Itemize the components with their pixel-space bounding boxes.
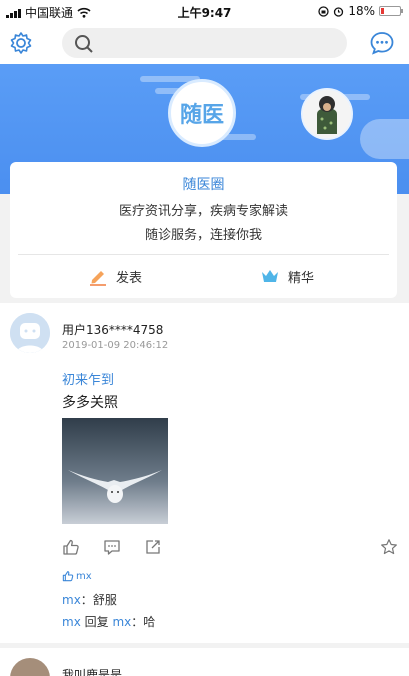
liker-name[interactable]: mx	[76, 571, 92, 582]
circle-title: 随医圈	[182, 177, 225, 193]
post-timestamp: 2019-01-09 20:46:12	[62, 340, 169, 351]
share-icon[interactable]	[144, 538, 162, 556]
chat-bubble-icon[interactable]	[369, 30, 395, 56]
comment-text: 舒服	[92, 593, 117, 607]
search-icon	[75, 35, 93, 53]
battery-percent: 18%	[348, 4, 375, 18]
comment-reply-word: 回复	[80, 615, 113, 629]
comment-separator: ：	[131, 615, 144, 629]
crown-icon	[262, 270, 278, 282]
top-bar	[0, 22, 409, 64]
post-content: 多多关照	[62, 395, 118, 411]
post-username[interactable]: 我叫鹿是是	[62, 666, 122, 676]
likes-summary: mx	[62, 570, 92, 582]
divider	[18, 254, 389, 255]
circle-info-card: 随医圈 医疗资讯分享，疾病专家解读 随诊服务，连接你我 发表 精华	[10, 162, 397, 298]
user-avatar[interactable]	[10, 313, 50, 353]
comment-item[interactable]: mx：舒服	[62, 591, 117, 608]
comment-icon[interactable]	[103, 538, 121, 556]
publish-button[interactable]: 发表	[88, 266, 142, 286]
comment-text: 哈	[143, 615, 156, 629]
post-card: 我叫鹿是是	[0, 648, 409, 676]
like-icon[interactable]	[62, 538, 80, 556]
featured-button[interactable]: 精华	[260, 266, 314, 286]
pencil-icon	[90, 271, 106, 286]
circle-slogan: 随诊服务，连接你我	[144, 228, 262, 243]
cloud-decoration	[360, 119, 409, 159]
post-topic-tag[interactable]: 初来乍到	[62, 369, 114, 388]
circle-description: 医疗资讯分享，疾病专家解读	[118, 204, 288, 219]
battery-icon	[379, 6, 403, 16]
comment-separator: ：	[80, 593, 93, 607]
like-small-icon	[62, 571, 74, 582]
comment-author[interactable]: mx	[62, 615, 81, 629]
comment-reply-target[interactable]: mx	[112, 615, 131, 629]
post-card: 用户136****4758 2019-01-09 20:46:12 初来乍到 多…	[0, 303, 409, 643]
featured-label: 精华	[288, 270, 315, 286]
comment-author[interactable]: mx	[62, 593, 81, 607]
gear-icon[interactable]	[8, 30, 34, 56]
search-input[interactable]	[62, 28, 347, 58]
status-bar: 中国联通 上午9:47 18%	[0, 0, 409, 22]
orientation-lock-icon	[318, 5, 329, 17]
logo-text: 随医	[179, 102, 224, 128]
comment-item[interactable]: mx 回复 mx：哈	[62, 613, 155, 630]
circle-logo: 随医	[168, 79, 236, 147]
alarm-icon	[334, 6, 344, 17]
star-icon[interactable]	[380, 538, 398, 556]
publish-label: 发表	[116, 270, 143, 286]
post-username[interactable]: 用户136****4758	[62, 321, 163, 338]
owner-avatar[interactable]	[301, 88, 353, 140]
user-avatar[interactable]	[10, 658, 50, 676]
post-image[interactable]	[62, 418, 168, 524]
